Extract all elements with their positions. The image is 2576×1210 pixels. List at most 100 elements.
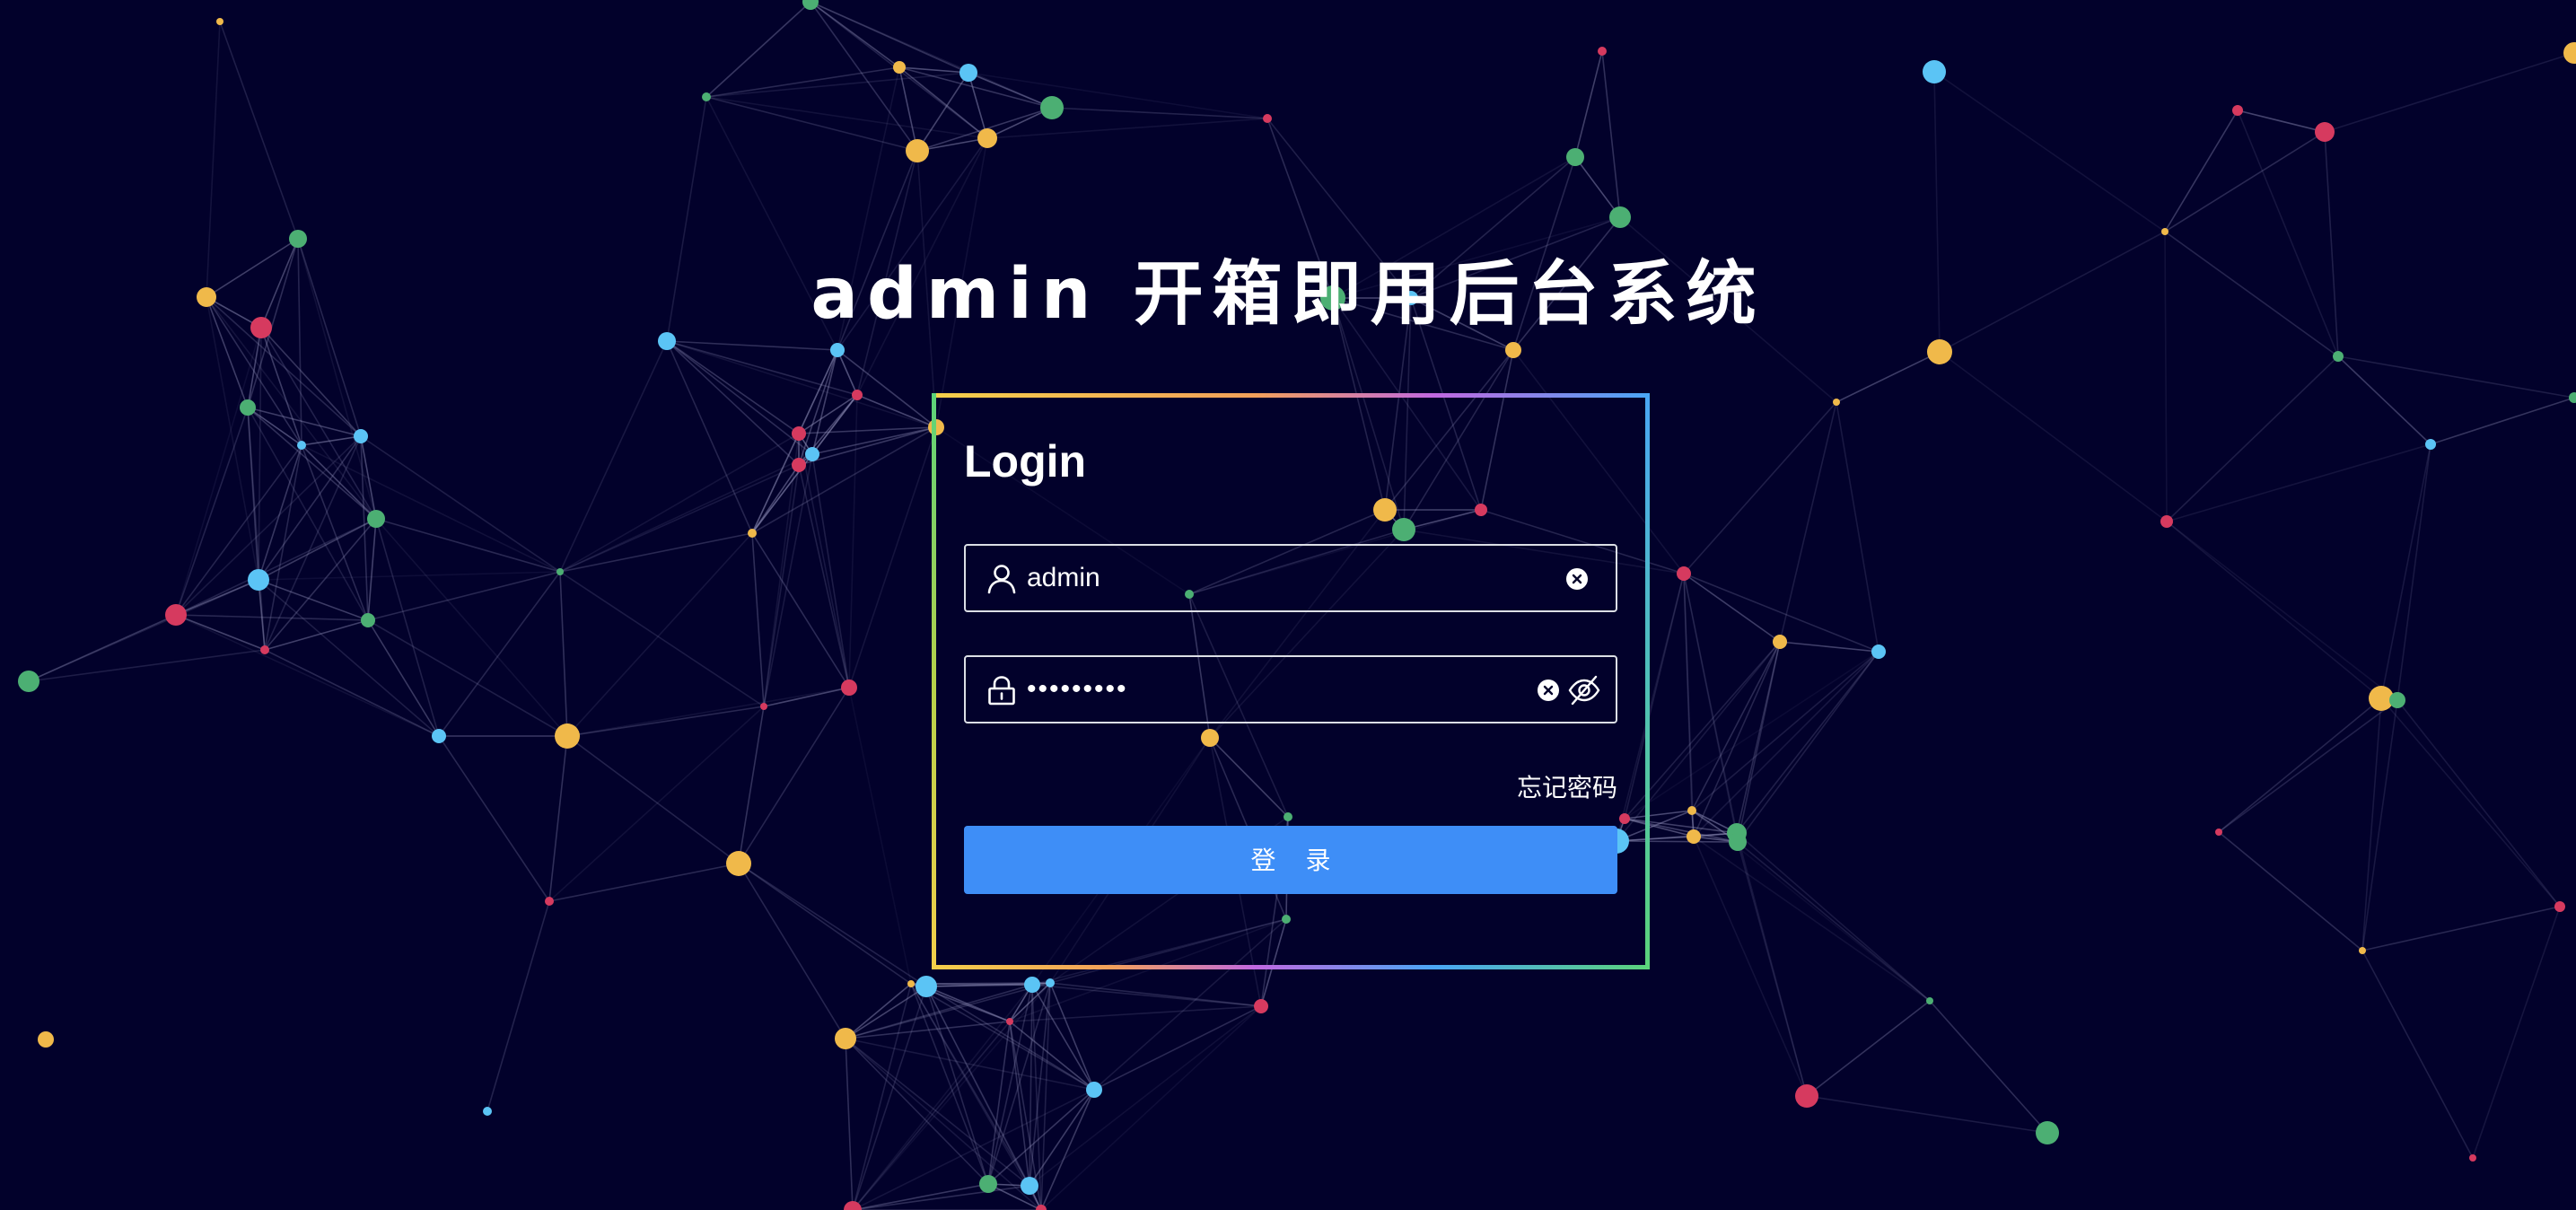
clear-icon[interactable] <box>1565 567 1589 591</box>
network-link <box>175 614 440 737</box>
network-particle <box>2036 1121 2059 1144</box>
network-link <box>367 619 568 737</box>
network-particle <box>1923 60 1946 83</box>
network-link <box>566 532 753 737</box>
network-particle <box>959 64 977 82</box>
clear-icon[interactable] <box>1537 679 1560 702</box>
login-button[interactable]: 登 录 <box>964 826 1617 894</box>
network-link <box>1737 841 1808 1097</box>
network-link <box>2166 521 2382 699</box>
network-particle <box>2425 439 2436 450</box>
network-link <box>2218 697 2382 833</box>
network-link <box>837 349 858 396</box>
network-particle <box>1046 978 1055 987</box>
network-particle <box>1040 96 1064 119</box>
network-link <box>1691 651 1879 811</box>
network-link <box>751 532 850 688</box>
network-link <box>566 706 765 737</box>
network-link <box>438 571 561 737</box>
network-particle <box>2161 228 2169 235</box>
network-link <box>438 735 550 902</box>
network-link <box>375 518 440 737</box>
network-link <box>1836 401 1879 653</box>
network-link <box>925 986 1095 1091</box>
network-link <box>1693 651 1879 837</box>
network-link <box>258 571 561 581</box>
network-particle <box>802 0 819 10</box>
network-particle <box>805 447 819 461</box>
network-link <box>2380 443 2431 699</box>
network-link <box>1779 641 1879 653</box>
network-link <box>559 532 753 573</box>
username-field[interactable]: admin <box>964 544 1617 612</box>
network-particle <box>1566 148 1584 166</box>
network-link <box>845 1038 854 1210</box>
network-particle <box>432 729 446 743</box>
eye-off-icon[interactable] <box>1567 673 1601 707</box>
network-link <box>837 349 937 428</box>
network-link <box>798 464 850 688</box>
network-link <box>2361 950 2474 1159</box>
network-link <box>1009 1021 1095 1091</box>
network-particle <box>893 61 906 74</box>
network-link <box>811 426 937 455</box>
network-link <box>916 72 969 152</box>
lock-icon <box>988 676 1015 706</box>
network-particle <box>2569 392 2576 403</box>
network-link <box>1806 1095 2048 1134</box>
network-link <box>848 687 912 985</box>
network-link <box>2430 397 2575 445</box>
network-link <box>1683 573 1781 643</box>
network-link <box>852 1183 989 1210</box>
password-field[interactable]: ••••••••• <box>964 655 1617 723</box>
network-link <box>1736 832 1931 1002</box>
network-link <box>2324 52 2575 133</box>
network-link <box>566 687 850 737</box>
forgot-password-link[interactable]: 忘记密码 <box>1517 770 1617 806</box>
network-link <box>264 518 377 651</box>
network-link <box>360 435 369 621</box>
page-title: admin 开箱即用后台系统 <box>810 254 1766 335</box>
network-link <box>2380 697 2561 908</box>
network-link <box>219 21 299 240</box>
network-particle <box>1687 806 1696 815</box>
network-link <box>1040 982 1051 1210</box>
network-particle <box>1687 829 1701 844</box>
network-link <box>763 687 850 707</box>
login-card: Login admin ••••••••• 忘记密码 登 录 <box>932 393 1650 969</box>
network-particle <box>361 613 375 627</box>
network-link <box>763 464 800 707</box>
network-particle <box>556 568 564 575</box>
network-particle <box>297 441 306 450</box>
network-particle <box>1024 977 1040 993</box>
network-particle <box>1036 1205 1047 1210</box>
network-particle <box>1021 1177 1038 1195</box>
network-link <box>1737 841 1931 1002</box>
network-particle <box>1729 833 1747 851</box>
network-particle <box>248 569 269 591</box>
network-particle <box>760 703 767 710</box>
network-particle <box>2389 692 2405 708</box>
network-link <box>1093 1005 1262 1091</box>
network-link <box>2166 521 2398 701</box>
network-link <box>666 340 813 455</box>
network-particle <box>2315 122 2335 142</box>
network-particle <box>1609 206 1631 228</box>
network-link <box>798 433 850 688</box>
network-link <box>367 518 377 621</box>
network-particle <box>240 399 256 416</box>
network-link <box>848 394 858 688</box>
network-link <box>738 706 765 864</box>
network-particle <box>792 458 806 472</box>
network-link <box>1029 1005 1262 1187</box>
network-particle <box>2160 515 2173 528</box>
network-particle <box>835 1028 856 1049</box>
network-particle <box>483 1107 492 1116</box>
network-link <box>559 571 568 737</box>
network-particle <box>916 976 937 997</box>
network-link <box>264 444 302 651</box>
network-link <box>2396 443 2431 701</box>
network-particle <box>2359 947 2366 954</box>
network-particle <box>1263 114 1272 123</box>
network-particle <box>260 645 269 654</box>
